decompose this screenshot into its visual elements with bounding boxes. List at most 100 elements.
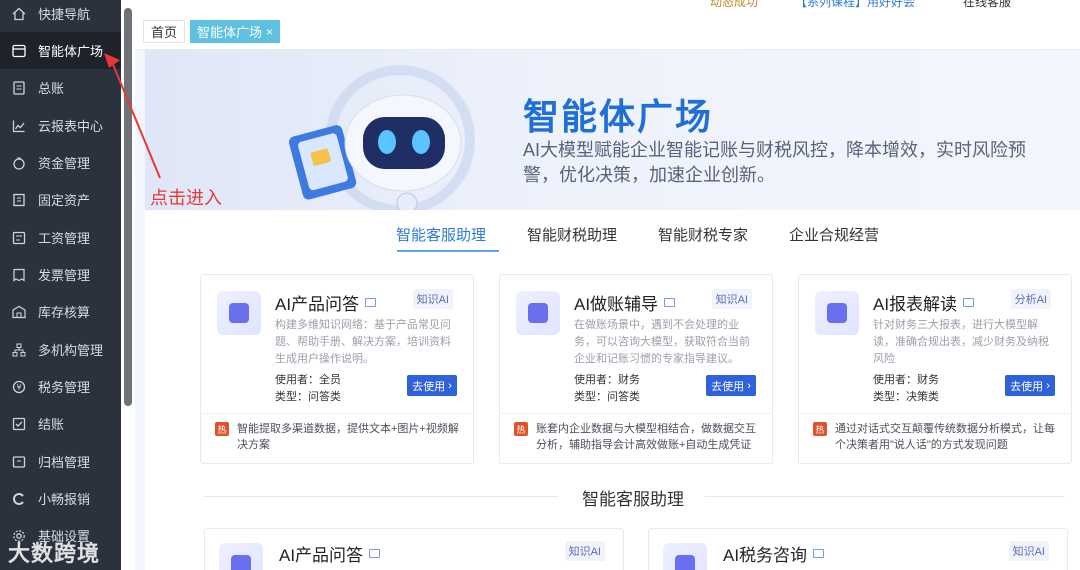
sidebar-item-label: 总账 [38, 81, 65, 96]
sidebar-item-label: 工资管理 [38, 231, 91, 246]
banner-description: AI大模型赋能企业智能记账与财税风控，降本增效，实时风险预警，优化决策，加速企业… [523, 140, 1027, 185]
agent-card[interactable]: AI报表解读 分析AI 针对财务三大报表，进行大模型解读，准确合规出表，减少财务… [798, 274, 1072, 464]
tab-label: 首页 [151, 25, 178, 40]
tab-compliance[interactable]: 企业合规经营 [789, 224, 879, 245]
sidebar-item-label: 发票管理 [38, 268, 91, 283]
close-icon[interactable]: × [266, 25, 273, 39]
top-bar-item[interactable]: 动态成功 [710, 0, 758, 10]
sidebar-item-label: 多机构管理 [38, 343, 104, 358]
tab-label: 智能体广场 [197, 25, 263, 40]
card-description: 在做账场景中，遇到不会处理的业务，可以咨询大模型，获取符合当前企业和记账习惯的专… [574, 319, 750, 365]
sidebar-item-inventory[interactable]: 库存核算 [0, 293, 121, 330]
page-tabs: 首页 智能体广场 × [135, 14, 1080, 50]
window-icon [12, 44, 26, 58]
sidebar-item-label: 智能体广场 [38, 44, 104, 59]
sidebar-item-multi-org[interactable]: 多机构管理 [0, 331, 121, 368]
star-badge-icon [516, 291, 560, 335]
sidebar-item-label: 归档管理 [38, 455, 91, 470]
use-button[interactable]: 去使用 › [706, 375, 756, 396]
sidebar-item-quick-nav[interactable]: 快捷导航 [0, 0, 121, 32]
card-tag: 知识AI [1008, 541, 1049, 561]
sidebar-item-archive[interactable]: 归档管理 [0, 443, 121, 480]
card-description: 针对财务三大报表，进行大模型解读，准确合规出表，减少财务及纳税风险 [873, 319, 1049, 365]
sidebar-item-tax[interactable]: ¥ 税务管理 [0, 368, 121, 405]
sidebar-item-reimburse[interactable]: 小畅报销 [0, 480, 121, 517]
chevron-right-icon: › [747, 379, 751, 392]
calendar-star-icon [815, 291, 859, 335]
tab-customer-service[interactable]: 智能客服助理 [396, 224, 486, 245]
use-button-label: 去使用 [711, 380, 745, 393]
card-user: 使用者：全员 [275, 374, 341, 386]
doc-icon [219, 543, 263, 570]
annotation-arrow-icon [104, 53, 161, 179]
page-title: 智能体广场 [523, 96, 714, 137]
monitor-icon [664, 298, 676, 307]
card-highlight: 账套内企业数据与大模型相结合，做数据交互分析，辅助指导会计高效做账+自动生成凭证 [536, 423, 756, 451]
card-title: AI税务咨询 [723, 541, 825, 566]
sidebar-item-label: 快捷导航 [38, 7, 91, 22]
card-title: AI做账辅导 [574, 290, 676, 315]
use-button-label: 去使用 [412, 380, 446, 393]
card-title-text: AI产品问答 [279, 546, 364, 565]
sidebar-item-label: 结账 [38, 417, 65, 432]
monitor-icon [813, 549, 825, 558]
section-divider [705, 496, 1065, 497]
archive-icon [12, 455, 26, 469]
tab-finance-tax-assistant[interactable]: 智能财税助理 [527, 224, 617, 245]
active-tab-indicator [397, 250, 499, 252]
agent-panel: AI产品问答 知识AI 构建多维知识网络：基于产品常见问题、帮助手册、解决方案，… [145, 258, 1080, 570]
home-icon [12, 7, 26, 21]
tax-icon: ¥ [12, 380, 26, 394]
card-highlight: 通过对话式交互颠覆传统数据分析模式，让每个决策者用"说人话"的方式发现问题 [835, 423, 1055, 451]
robot-illustration [288, 65, 475, 210]
card-title: AI报表解读 [873, 290, 975, 315]
card-tag: 知识AI [412, 289, 453, 309]
checkout-icon [12, 417, 26, 431]
warehouse-icon [12, 305, 26, 319]
org-tree-icon [12, 343, 26, 357]
tab-finance-tax-expert[interactable]: 智能财税专家 [658, 224, 748, 245]
ledger-icon [12, 80, 26, 95]
top-bar-item[interactable]: 在线客服 [963, 0, 1011, 10]
hot-badge: 热 [813, 422, 827, 436]
card-highlight: 智能提取多渠道数据，提供文本+图片+视频解决方案 [237, 423, 459, 451]
category-tabs: 智能客服助理 智能财税助理 智能财税专家 企业合规经营 [145, 210, 1080, 258]
chevron-right-icon: › [1046, 379, 1050, 392]
sidebar-item-label: 固定资产 [38, 193, 91, 208]
tab-home[interactable]: 首页 [143, 20, 186, 43]
agent-card[interactable]: AI产品问答 知识AI [204, 528, 624, 570]
use-button-label: 去使用 [1010, 380, 1044, 393]
sidebar-item-invoice[interactable]: 发票管理 [0, 256, 121, 293]
section-divider [203, 496, 558, 497]
card-type: 类型：问答类 [275, 391, 341, 403]
top-bar-item[interactable]: 【系列课程】用好好会 [795, 0, 915, 10]
card-tag: 知识AI [711, 289, 752, 309]
sidebar-item-label: 资金管理 [38, 156, 91, 171]
card-tag: 知识AI [564, 541, 605, 561]
card-title: AI产品问答 [279, 541, 381, 566]
divider [201, 413, 473, 414]
sidebar-item-fixed-assets[interactable]: 固定资产 [0, 181, 121, 218]
card-description: 构建多维知识网络：基于产品常见问题、帮助手册、解决方案，培训资料生成用户操作说明… [275, 319, 451, 365]
card-title-text: AI做账辅导 [574, 295, 659, 314]
sidebar-item-checkout[interactable]: 结账 [0, 405, 121, 442]
agent-card[interactable]: AI税务咨询 知识AI [648, 528, 1068, 570]
use-button[interactable]: 去使用 › [407, 375, 457, 396]
card-type: 类型：问答类 [574, 391, 640, 403]
divider [799, 413, 1071, 414]
chart-icon [12, 119, 26, 133]
tab-agent-square[interactable]: 智能体广场 × [190, 20, 281, 43]
monitor-icon [963, 298, 975, 307]
agent-card[interactable]: AI做账辅导 知识AI 在做账场景中，遇到不会处理的业务，可以咨询大模型，获取符… [499, 274, 773, 464]
annotation-text: 点击进入 [150, 188, 222, 208]
invoice-icon [12, 268, 26, 282]
sidebar-item-payroll[interactable]: 工资管理 [0, 219, 121, 256]
section-title: 智能客服助理 [582, 490, 684, 509]
card-user: 使用者：财务 [873, 374, 939, 386]
svg-text:¥: ¥ [16, 383, 21, 392]
chart-icon [663, 543, 707, 570]
sidebar-item-label: 小畅报销 [38, 492, 91, 507]
card-title-text: AI产品问答 [275, 295, 360, 314]
use-button[interactable]: 去使用 › [1005, 375, 1055, 396]
agent-card[interactable]: AI产品问答 知识AI 构建多维知识网络：基于产品常见问题、帮助手册、解决方案，… [200, 274, 474, 464]
